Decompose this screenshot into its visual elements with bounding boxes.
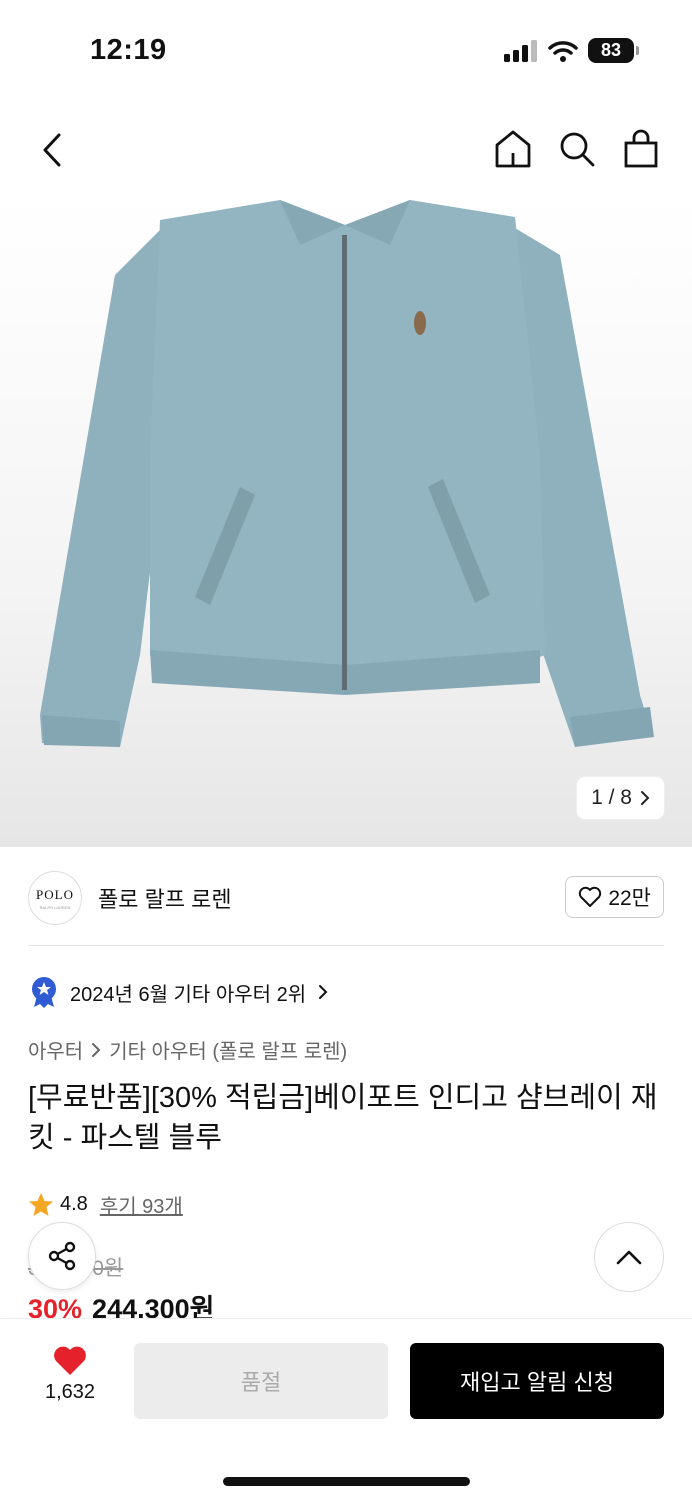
image-counter[interactable]: 1 / 8: [577, 777, 664, 819]
battery-icon: 83: [588, 38, 639, 63]
image-counter-text: 1 / 8: [591, 786, 632, 809]
back-button[interactable]: [30, 128, 74, 172]
home-icon: [495, 130, 531, 168]
wifi-icon: [548, 40, 578, 62]
brand-name[interactable]: 폴로 랄프 로렌: [98, 882, 232, 914]
rating-value: 4.8: [60, 1193, 88, 1215]
brand-logo[interactable]: POLO RALPH LAUREN: [28, 871, 82, 925]
search-icon: [560, 132, 595, 167]
product-image-gallery[interactable]: 1 / 8: [0, 195, 692, 847]
product-title: [무료반품][30% 적립금]베이포트 인디고 샴브레이 재킷 - 파스텔 블루: [28, 1082, 658, 1154]
nav-actions: [492, 128, 662, 170]
nav-bar: [0, 110, 692, 190]
status-time: 12:19: [90, 34, 167, 66]
heart-outline-icon: [579, 886, 602, 907]
signal-icon: [504, 39, 537, 62]
rating-row[interactable]: 4.8 후기 93개: [28, 1190, 183, 1219]
breadcrumb: 아우터 기타 아우터 (폴로 랄프 로렌): [28, 1035, 347, 1064]
ranking-badge-icon: [32, 977, 56, 1008]
home-button[interactable]: [492, 128, 534, 170]
brand-like-button[interactable]: 22만: [565, 876, 664, 918]
status-bar: 12:19 83: [0, 0, 692, 100]
review-link[interactable]: 후기 93개: [100, 1190, 183, 1219]
share-icon: [48, 1241, 76, 1271]
brand-like-count: 22만: [608, 887, 651, 910]
breadcrumb-level1[interactable]: 아우터: [28, 1035, 83, 1064]
breadcrumb-level2[interactable]: 기타 아우터 (폴로 랄프 로렌): [109, 1035, 347, 1064]
brand-logo-subtext: RALPH LAUREN: [39, 904, 71, 910]
ranking-badge-row[interactable]: 2024년 6월 기타 아우터 2위: [30, 976, 328, 1008]
soldout-button[interactable]: 품절: [134, 1343, 388, 1419]
brand-row[interactable]: POLO RALPH LAUREN 폴로 랄프 로렌 22만: [28, 868, 664, 928]
wishlist-count: 1,632: [44, 1381, 96, 1403]
ranking-text: 2024년 6월 기타 아우터 2위: [70, 983, 307, 1006]
search-button[interactable]: [556, 128, 598, 170]
chevron-right-icon: [641, 791, 650, 805]
cart-button[interactable]: [620, 128, 662, 170]
scroll-top-button[interactable]: [594, 1222, 664, 1292]
restock-alert-button[interactable]: 재입고 알림 신청: [410, 1343, 664, 1419]
heart-filled-icon: [54, 1346, 86, 1375]
share-button[interactable]: [28, 1222, 96, 1290]
product-image: [40, 200, 654, 747]
status-icons: 83: [504, 38, 639, 63]
shopping-bag-icon: [624, 129, 658, 168]
divider: [28, 945, 664, 946]
brand-logo-text: POLO: [36, 886, 74, 902]
chevron-left-icon: [43, 133, 61, 167]
wishlist-button[interactable]: 1,632: [38, 1345, 102, 1404]
chevron-up-icon: [616, 1250, 642, 1265]
chevron-right-icon: [92, 1042, 101, 1057]
home-indicator: [223, 1477, 470, 1486]
chevron-right-icon: [319, 985, 328, 999]
star-icon: [29, 1193, 53, 1216]
bottom-action-bar: 1,632 품절 재입고 알림 신청: [0, 1318, 692, 1500]
